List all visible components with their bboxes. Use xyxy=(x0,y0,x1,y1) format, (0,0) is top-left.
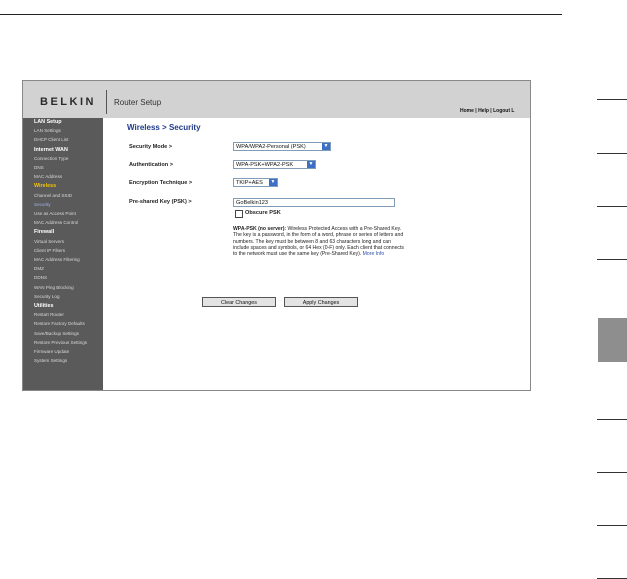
clear-changes-button[interactable]: Clear Changes xyxy=(202,297,276,307)
sidebar-item-lan-setup: LAN Setup xyxy=(34,119,62,125)
sidebar-item-firewall: Firewall xyxy=(34,229,55,236)
sidebar-item-firmware-update[interactable]: Firmware Update xyxy=(34,349,69,355)
side-rule xyxy=(597,472,627,473)
sidebar-item-dns[interactable]: DNS xyxy=(34,165,44,171)
page-title: Wireless > Security xyxy=(127,123,201,132)
side-rule xyxy=(597,99,627,100)
sidebar-item-mac-address[interactable]: MAC Address xyxy=(34,174,62,180)
app-title: Router Setup xyxy=(114,98,162,107)
sidebar-item-client-ip-filters[interactable]: Client IP Filters xyxy=(34,248,65,254)
sidebar-item-security[interactable]: Security xyxy=(34,202,51,208)
router-setup-screenshot: BELKIN Router Setup Home | Help | Logout… xyxy=(22,80,531,391)
security-mode-select[interactable]: WPA/WPA2-Personal (PSK) ▼ xyxy=(233,142,331,151)
sidebar-nav: LAN Setup LAN Settings DHCP Client List Int… xyxy=(23,118,103,390)
apply-changes-button[interactable]: Apply Changes xyxy=(284,297,358,307)
sidebar-item-system-settings[interactable]: System Settings xyxy=(34,358,67,364)
side-rule xyxy=(597,259,627,260)
side-rule xyxy=(597,525,627,526)
chevron-down-icon: ▼ xyxy=(307,161,315,168)
sidebar-item-use-as-access-point[interactable]: Use as Access Point xyxy=(34,211,76,217)
side-rule xyxy=(597,206,627,207)
header-links[interactable]: Home | Help | Logout L xyxy=(460,108,514,114)
sidebar-item-wan-ping-blocking[interactable]: WAN Ping Blocking xyxy=(34,285,74,291)
sidebar-item-mac-address-control[interactable]: MAC Address Control xyxy=(34,220,78,226)
security-mode-value: WPA/WPA2-Personal (PSK) xyxy=(236,144,306,150)
sidebar-item-connection-type[interactable]: Connection Type xyxy=(34,156,68,162)
sidebar-item-mac-address-filtering[interactable]: MAC Address Filtering xyxy=(34,257,80,263)
psk-label: Pre-shared Key (PSK) > xyxy=(129,199,192,205)
more-info-link[interactable]: More Info xyxy=(363,251,385,257)
psk-input[interactable]: GoBelkin123 xyxy=(233,198,395,207)
chevron-down-icon: ▼ xyxy=(269,179,277,186)
sidebar-item-security-log[interactable]: Security Log xyxy=(34,294,60,300)
sidebar-item-ddns[interactable]: DDNS xyxy=(34,275,47,281)
sidebar-item-restore-factory-defaults[interactable]: Restore Factory Defaults xyxy=(34,321,85,327)
sidebar-item-restart-router[interactable]: Restart Router xyxy=(34,312,64,318)
authentication-label: Authentication > xyxy=(129,162,173,168)
belkin-logo: BELKIN xyxy=(40,96,96,108)
side-rule xyxy=(597,153,627,154)
sidebar-item-lan-settings[interactable]: LAN Settings xyxy=(34,128,61,134)
chevron-down-icon: ▼ xyxy=(322,143,330,150)
sidebar-item-dmz[interactable]: DMZ xyxy=(34,266,44,272)
top-rule xyxy=(0,14,562,15)
security-mode-label: Security Mode > xyxy=(129,144,173,150)
psk-description: WPA-PSK (no server): Wireless Protected … xyxy=(233,226,408,257)
sidebar-item-internet-wan: Internet WAN xyxy=(34,146,68,153)
obscure-psk-label: Obscure PSK xyxy=(245,210,281,216)
section-tab-marker xyxy=(598,318,627,362)
obscure-psk-checkbox[interactable] xyxy=(235,210,243,218)
authentication-select[interactable]: WPA-PSK+WPA2-PSK ▼ xyxy=(233,160,316,169)
encryption-label: Encryption Technique > xyxy=(129,180,193,186)
sidebar-item-channel-and-ssid[interactable]: Channel and SSID xyxy=(34,193,72,199)
sidebar-item-dhcp-client-list[interactable]: DHCP Client List xyxy=(34,137,68,143)
sidebar-item-save-backup-settings[interactable]: Save/Backup Settings xyxy=(34,331,79,337)
sidebar-item-virtual-servers[interactable]: Virtual Servers xyxy=(34,239,64,245)
desc-heading: WPA-PSK (no server): xyxy=(233,226,287,232)
encryption-select[interactable]: TKIP+AES ▼ xyxy=(233,178,278,187)
encryption-value: TKIP+AES xyxy=(236,180,263,186)
sidebar-item-wireless: Wireless xyxy=(34,183,57,190)
authentication-value: WPA-PSK+WPA2-PSK xyxy=(236,162,294,168)
header-divider xyxy=(106,90,107,114)
sidebar-item-restore-previous-settings[interactable]: Restore Previous Settings xyxy=(34,340,87,346)
sidebar-item-utilities: Utilities xyxy=(34,303,54,309)
header-bar: BELKIN Router Setup Home | Help | Logout… xyxy=(23,81,530,118)
side-rule xyxy=(597,419,627,420)
